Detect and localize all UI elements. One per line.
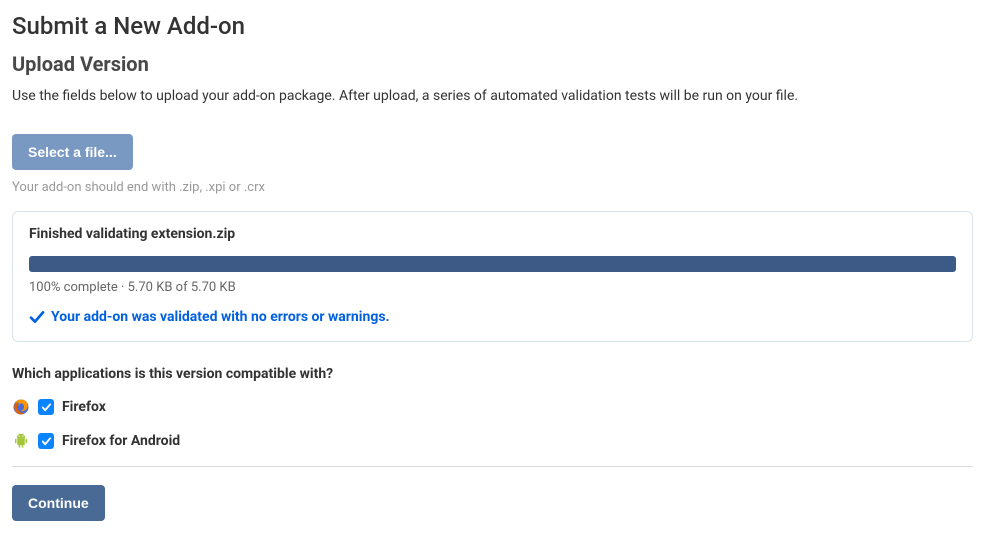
firefox-android-checkbox[interactable] [38, 433, 54, 449]
validation-title: Finished validating extension.zip [29, 226, 956, 242]
compat-row-firefox: Firefox [12, 398, 973, 416]
progress-text: 100% complete · 5.70 KB of 5.70 KB [29, 280, 956, 295]
firefox-android-label: Firefox for Android [62, 433, 180, 449]
check-icon [29, 309, 45, 325]
validation-result: Your add-on was validated with no errors… [29, 309, 956, 325]
compatibility-title: Which applications is this version compa… [12, 366, 973, 382]
progress-bar [29, 256, 956, 272]
section-title: Upload Version [12, 52, 973, 76]
validation-box: Finished validating extension.zip 100% c… [12, 211, 973, 342]
select-file-button[interactable]: Select a file... [12, 134, 133, 170]
divider [12, 466, 973, 467]
upload-description: Use the fields below to upload your add-… [12, 88, 973, 104]
firefox-icon [12, 398, 30, 416]
validation-result-text: Your add-on was validated with no errors… [51, 309, 390, 325]
android-icon [12, 432, 30, 450]
firefox-checkbox[interactable] [38, 399, 54, 415]
firefox-label: Firefox [62, 399, 106, 415]
compat-row-firefox-android: Firefox for Android [12, 432, 973, 450]
file-extension-hint: Your add-on should end with .zip, .xpi o… [12, 180, 973, 195]
continue-button[interactable]: Continue [12, 485, 105, 521]
page-title: Submit a New Add-on [12, 12, 973, 40]
